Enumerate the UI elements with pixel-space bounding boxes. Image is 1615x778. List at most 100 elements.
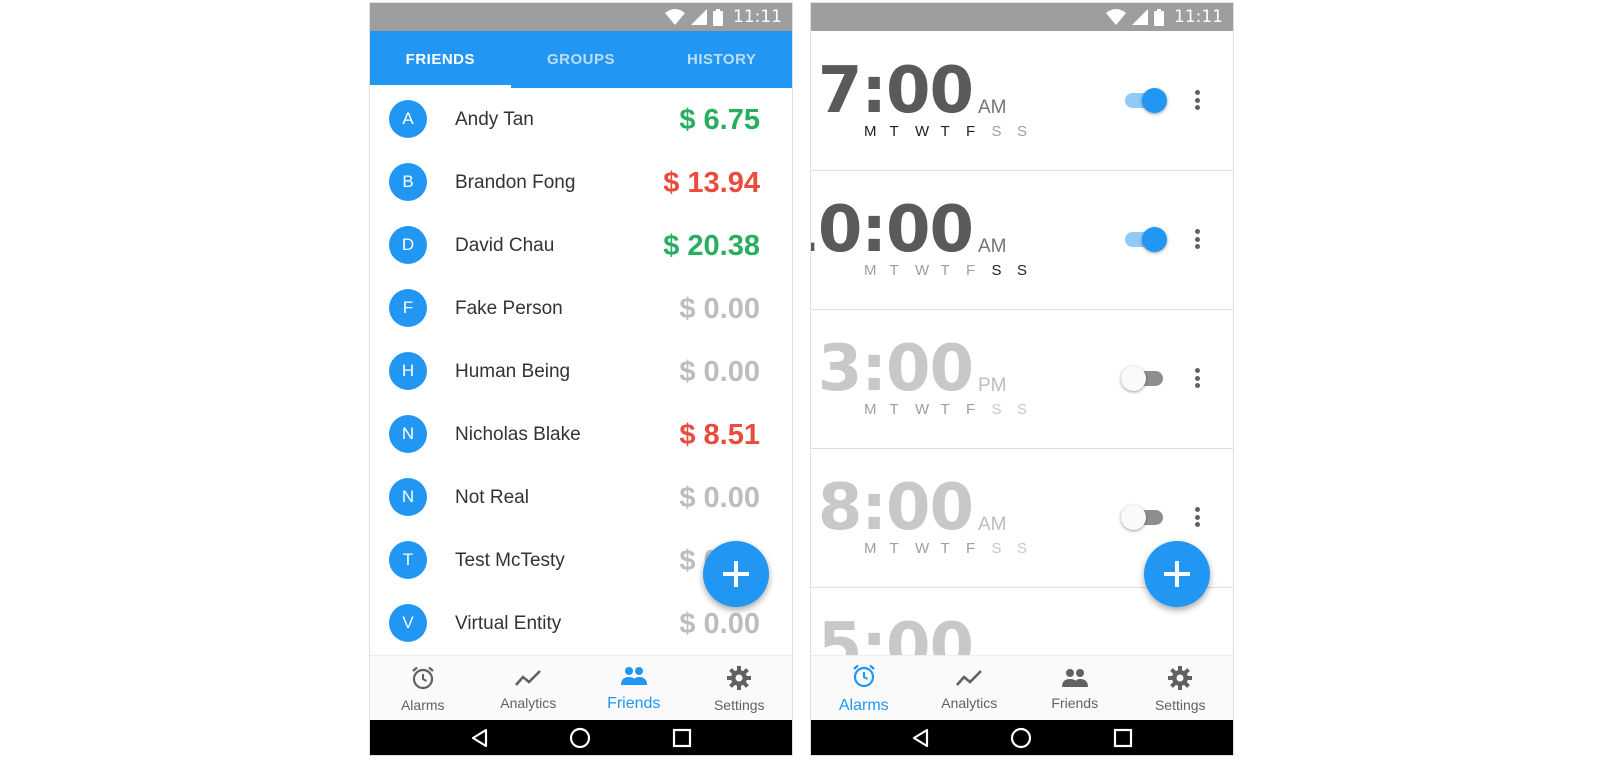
friend-row[interactable]: F Fake Person $ 0.00 bbox=[370, 277, 792, 341]
alarm-day[interactable]: S bbox=[992, 401, 1018, 418]
more-options-icon[interactable] bbox=[1192, 365, 1202, 391]
tab-friends[interactable]: FRIENDS bbox=[370, 31, 511, 88]
system-nav-bar bbox=[370, 720, 792, 755]
friend-row[interactable]: H Human Being $ 0.00 bbox=[370, 340, 792, 404]
alarm-toggle[interactable] bbox=[1121, 365, 1167, 391]
alarm-day[interactable]: T bbox=[890, 123, 916, 140]
alarm-time[interactable]: 10:00 bbox=[811, 198, 974, 262]
alarm-toggle[interactable] bbox=[1121, 226, 1167, 252]
alarm-days: MTWTFSS bbox=[864, 540, 1043, 557]
alarm-toggle[interactable] bbox=[1121, 504, 1167, 530]
nav-label: Settings bbox=[713, 696, 765, 713]
alarm-day[interactable]: W bbox=[915, 540, 941, 557]
nav-label: Alarms bbox=[838, 696, 889, 714]
alarm-day[interactable]: T bbox=[890, 401, 916, 418]
friend-balance: $ 13.94 bbox=[663, 167, 760, 199]
battery-icon bbox=[1154, 8, 1164, 26]
nav-item-friends[interactable]: Friends bbox=[581, 656, 687, 721]
alarm-day[interactable]: S bbox=[992, 540, 1018, 557]
gear-icon bbox=[726, 665, 752, 694]
nav-item-settings[interactable]: Settings bbox=[1128, 656, 1234, 721]
friend-name: Virtual Entity bbox=[455, 613, 562, 634]
avatar: A bbox=[389, 100, 427, 138]
friend-row[interactable]: N Nicholas Blake $ 8.51 bbox=[370, 403, 792, 467]
nav-item-friends[interactable]: Friends bbox=[1022, 656, 1128, 721]
more-options-icon[interactable] bbox=[1192, 87, 1202, 113]
alarm-day[interactable]: T bbox=[890, 262, 916, 279]
alarm-day[interactable]: T bbox=[941, 401, 967, 418]
alarm-day[interactable]: T bbox=[890, 540, 916, 557]
alarm-day[interactable]: S bbox=[992, 262, 1018, 279]
trend-line-icon bbox=[955, 667, 983, 692]
alarm-day[interactable]: M bbox=[864, 401, 890, 418]
alarm-day[interactable]: S bbox=[1017, 123, 1043, 140]
alarm-days: MTWTFSS bbox=[864, 123, 1043, 140]
tab-bar: FRIENDS GROUPS HISTORY bbox=[370, 31, 792, 88]
tab-history[interactable]: HISTORY bbox=[651, 31, 792, 88]
alarm-time[interactable]: 5:00 bbox=[818, 615, 974, 655]
nav-item-settings[interactable]: Settings bbox=[687, 656, 793, 721]
alarm-day[interactable]: S bbox=[1017, 540, 1043, 557]
add-alarm-button[interactable] bbox=[1144, 541, 1210, 607]
alarm-row[interactable]: 10:00AMMTWTFSS bbox=[811, 170, 1233, 310]
friend-name: Not Real bbox=[455, 487, 529, 508]
back-icon[interactable] bbox=[470, 728, 488, 748]
alarm-period: AM bbox=[978, 514, 1007, 535]
alarm-day[interactable]: T bbox=[941, 540, 967, 557]
alarm-day[interactable]: M bbox=[864, 262, 890, 279]
friend-name: Brandon Fong bbox=[455, 172, 576, 193]
alarm-day[interactable]: W bbox=[915, 262, 941, 279]
alarm-day[interactable]: F bbox=[966, 401, 992, 418]
nav-item-analytics[interactable]: Analytics bbox=[917, 656, 1023, 721]
alarm-day[interactable]: F bbox=[966, 123, 992, 140]
friends-screen: 11:11 FRIENDS GROUPS HISTORY A Andy Tan $ … bbox=[370, 3, 792, 755]
alarm-day[interactable]: M bbox=[864, 540, 890, 557]
home-icon[interactable] bbox=[1010, 727, 1032, 749]
alarm-day[interactable]: S bbox=[1017, 262, 1043, 279]
friend-row[interactable]: D David Chau $ 20.38 bbox=[370, 214, 792, 278]
friend-row[interactable]: B Brandon Fong $ 13.94 bbox=[370, 151, 792, 215]
alarm-day[interactable]: T bbox=[941, 262, 967, 279]
recents-icon[interactable] bbox=[672, 728, 692, 748]
alarm-day[interactable]: S bbox=[1017, 401, 1043, 418]
alarm-days: MTWTFSS bbox=[864, 401, 1043, 418]
wifi-icon bbox=[665, 9, 685, 25]
nav-item-alarms[interactable]: Alarms bbox=[811, 656, 917, 721]
add-friend-button[interactable] bbox=[703, 541, 769, 607]
alarm-row[interactable]: 3:00 PM M T W T F S S bbox=[811, 309, 1233, 449]
alarm-day[interactable]: T bbox=[941, 123, 967, 140]
tab-groups[interactable]: GROUPS bbox=[511, 31, 652, 88]
alarm-day[interactable]: F bbox=[966, 262, 992, 279]
nav-label: Analytics bbox=[941, 694, 998, 711]
more-options-icon[interactable] bbox=[1192, 504, 1202, 530]
alarm-toggle[interactable] bbox=[1121, 87, 1167, 113]
alarm-day[interactable]: W bbox=[915, 401, 941, 418]
recents-icon[interactable] bbox=[1113, 728, 1133, 748]
alarm-day[interactable]: S bbox=[992, 123, 1018, 140]
toggle-thumb bbox=[1142, 227, 1167, 252]
alarm-row[interactable]: 7:00 AM M T W T F S S bbox=[811, 31, 1233, 171]
alarm-day[interactable]: F bbox=[966, 540, 992, 557]
friend-name: Nicholas Blake bbox=[455, 424, 581, 445]
signal-icon bbox=[1132, 9, 1148, 25]
friend-row[interactable]: A Andy Tan $ 6.75 bbox=[370, 88, 792, 152]
nav-label: Alarms bbox=[400, 696, 445, 713]
nav-label: Friends bbox=[1051, 694, 1099, 711]
alarm-day[interactable]: W bbox=[915, 123, 941, 140]
more-options-icon[interactable] bbox=[1192, 226, 1202, 252]
home-icon[interactable] bbox=[569, 727, 591, 749]
nav-item-analytics[interactable]: Analytics bbox=[476, 656, 582, 721]
avatar: D bbox=[389, 226, 427, 264]
avatar: N bbox=[389, 478, 427, 516]
bottom-nav: Alarms Analytics Friends Settings bbox=[811, 655, 1233, 721]
alarm-period: PM bbox=[978, 375, 1007, 396]
alarm-time[interactable]: 7:00 bbox=[818, 59, 974, 123]
nav-item-alarms[interactable]: Alarms bbox=[370, 656, 476, 721]
alarm-day[interactable]: M bbox=[864, 123, 890, 140]
friend-row[interactable]: N Not Real $ 0.00 bbox=[370, 466, 792, 530]
alarm-time[interactable]: 8:00 bbox=[818, 476, 974, 540]
nav-label: Analytics bbox=[500, 694, 557, 711]
friend-name: Andy Tan bbox=[455, 109, 534, 130]
back-icon[interactable] bbox=[911, 728, 929, 748]
alarm-time[interactable]: 3:00 bbox=[818, 337, 974, 401]
